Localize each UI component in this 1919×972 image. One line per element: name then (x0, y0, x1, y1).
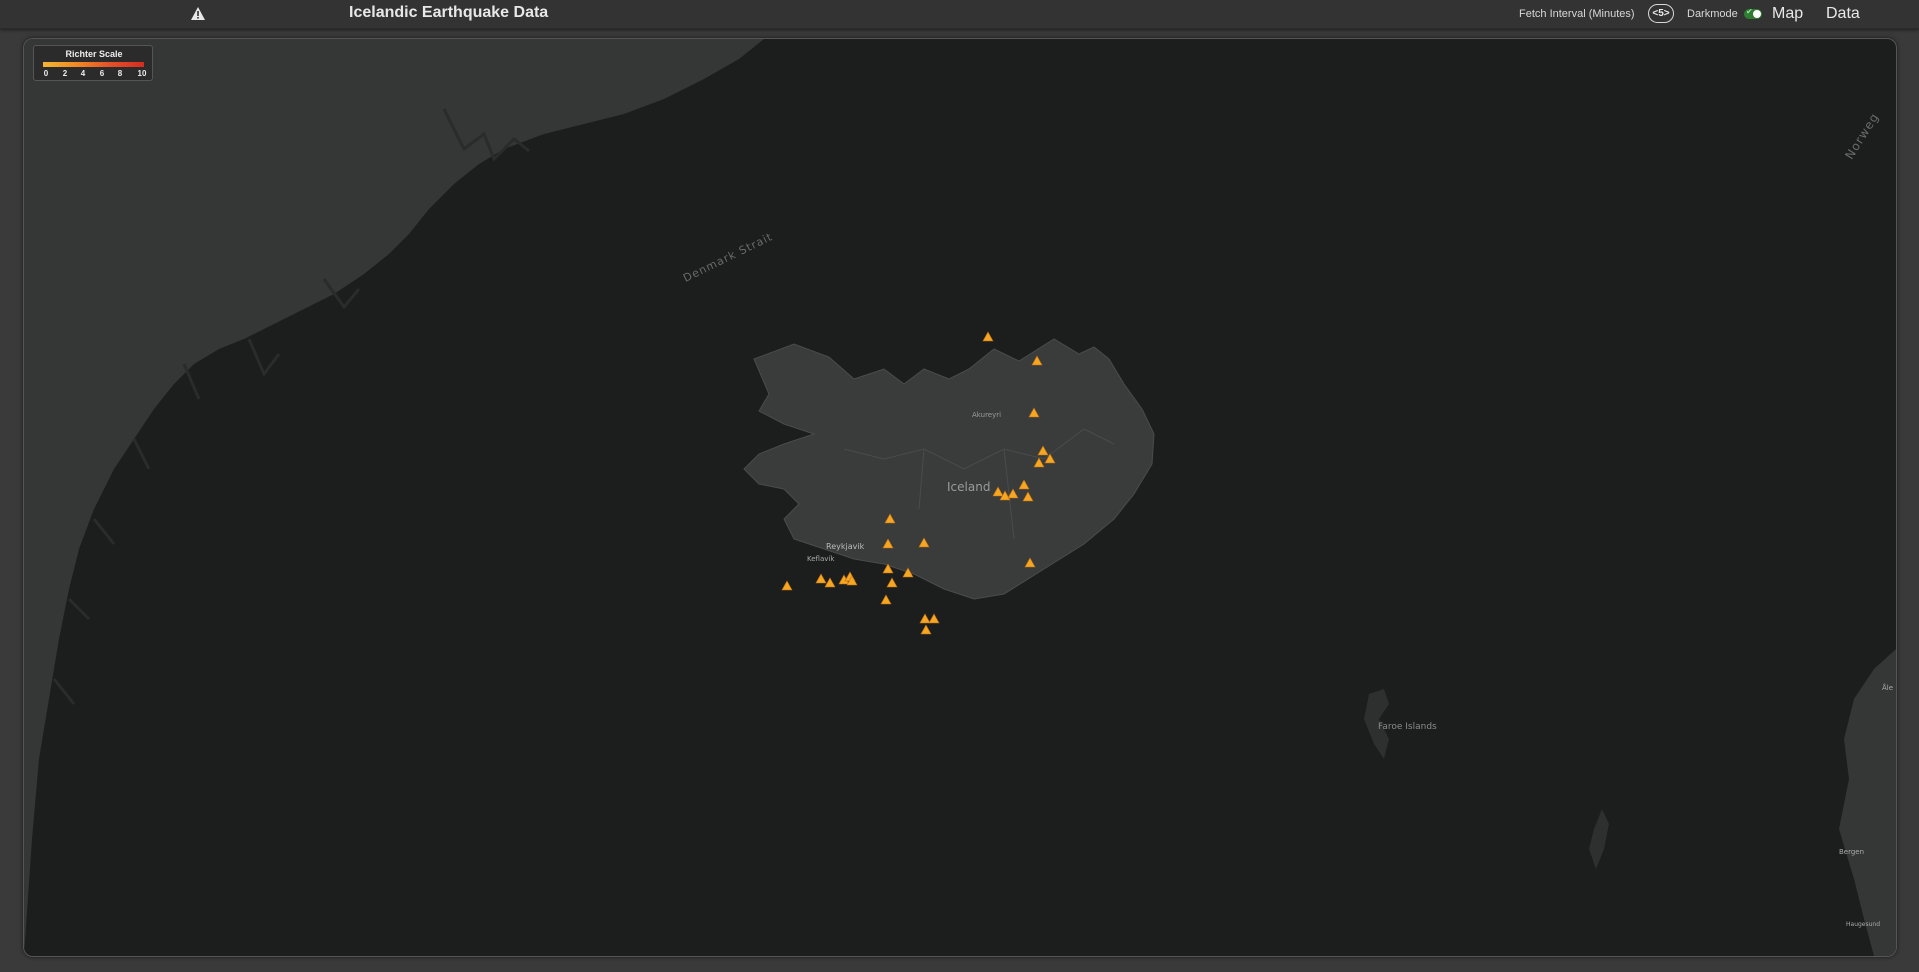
earthquake-triangle-icon[interactable] (886, 577, 898, 588)
legend-title: Richter Scale (65, 49, 123, 59)
label-haugesund: Haugesund (1846, 921, 1881, 928)
earthquake-triangle-icon[interactable] (920, 624, 932, 635)
legend-tick: 4 (80, 69, 86, 78)
label-faroe-islands: Faroe Islands (1378, 722, 1437, 732)
app-title: Icelandic Earthquake Data (349, 4, 549, 21)
legend-tick: 0 (43, 69, 49, 78)
map-canvas[interactable] (24, 39, 1896, 956)
nav-link-map[interactable]: Map (1772, 5, 1803, 23)
legend-color-bar (43, 62, 144, 67)
label-bergen: Bergen (1839, 848, 1865, 856)
earthquake-triangle-icon[interactable] (815, 573, 827, 584)
earthquake-triangle-icon[interactable] (880, 594, 892, 605)
label-aalesund: Åle (1882, 684, 1894, 692)
earthquake-triangle-icon[interactable] (919, 613, 931, 624)
norway-landmass (1839, 649, 1896, 956)
darkmode-label: Darkmode (1687, 8, 1738, 20)
legend-tick: 8 (117, 69, 123, 78)
earthquake-triangle-icon[interactable] (982, 331, 994, 342)
richter-scale-legend: Richter Scale 0 2 4 6 8 10 (33, 45, 153, 81)
iceland-landmass (743, 338, 1155, 600)
darkmode-toggle[interactable]: ✔ (1744, 7, 1762, 19)
greenland-landmass (24, 39, 764, 956)
top-navbar: Icelandic Earthquake Data Fetch Interval… (0, 0, 1919, 29)
fetch-interval-stepper[interactable]: <5> (1648, 4, 1674, 23)
label-iceland: Iceland (947, 480, 991, 494)
check-icon: ✔ (1746, 7, 1753, 16)
label-akureyri: Akureyri (972, 411, 1002, 419)
earthquake-triangle-icon[interactable] (824, 577, 836, 588)
warning-triangle-icon[interactable] (191, 7, 205, 20)
legend-tick: 2 (62, 69, 68, 78)
label-reykjavik: Reykjavik (826, 542, 865, 551)
legend-tick: 6 (99, 69, 105, 78)
fetch-interval-label: Fetch Interval (Minutes) (1519, 8, 1635, 20)
legend-tick: 10 (137, 69, 147, 78)
label-keflavik: Keflavík (807, 555, 835, 563)
shetland-landmass (1589, 809, 1609, 869)
map-view[interactable]: Denmark Strait Norweg Iceland Akureyri R… (23, 38, 1897, 957)
earthquake-triangle-icon[interactable] (928, 613, 940, 624)
legend-ticks: 0 2 4 6 8 10 (38, 69, 150, 79)
toggle-knob (1753, 10, 1761, 18)
nav-link-data[interactable]: Data (1826, 5, 1860, 23)
earthquake-triangle-icon[interactable] (781, 580, 793, 591)
